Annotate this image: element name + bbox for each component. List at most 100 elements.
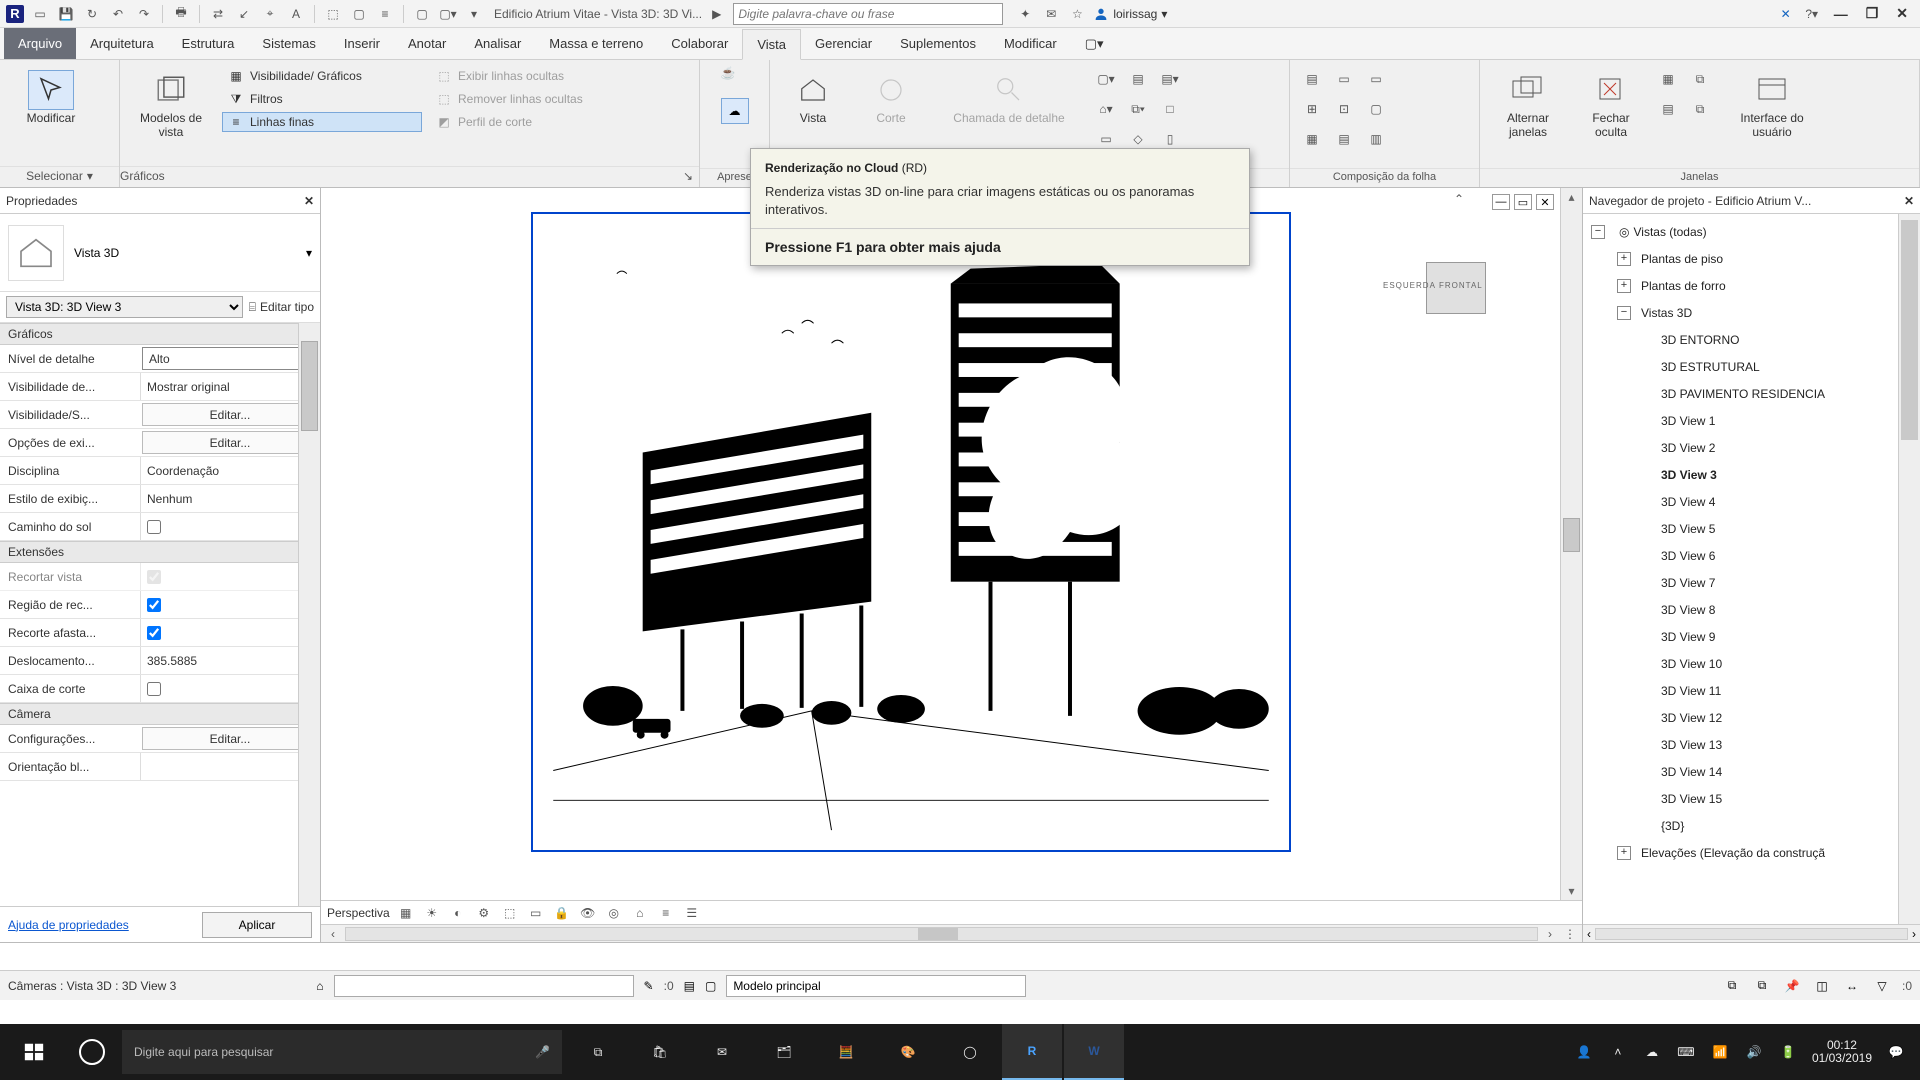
new-sheet-icon[interactable]: ▤ (1298, 66, 1326, 92)
type-selector[interactable]: Vista 3D: 3D View 3 (6, 296, 243, 318)
guide-grid-icon[interactable]: ⊡ (1330, 96, 1358, 122)
view-3d-item[interactable]: 3D View 2 (1583, 434, 1920, 461)
taskbar-clock[interactable]: 00:12 01/03/2019 (1812, 1039, 1872, 1065)
3d-view-button[interactable]: Vista (778, 66, 848, 126)
estilo-value[interactable]: Nenhum (140, 485, 320, 512)
3d-icon[interactable]: ⬚ (323, 4, 343, 24)
drafting-view-icon[interactable]: ▤ (1124, 66, 1152, 92)
minimize-button[interactable]: — (1828, 6, 1854, 22)
sync-icon[interactable]: ↻ (82, 4, 102, 24)
redo-icon[interactable]: ↷ (134, 4, 154, 24)
close-button[interactable]: ✕ (1890, 5, 1914, 22)
group-extensoes[interactable]: Extensões⌃ (0, 541, 320, 563)
analytical-icon[interactable]: ≡ (656, 904, 676, 922)
help-search-input[interactable] (733, 3, 1003, 25)
revision-icon[interactable]: ▭ (1362, 66, 1390, 92)
config-edit-button[interactable]: Editar... (142, 727, 318, 750)
tab-sistemas[interactable]: Sistemas (248, 28, 329, 59)
apply-button[interactable]: Aplicar (202, 912, 312, 938)
tab-massa[interactable]: Massa e terreno (535, 28, 657, 59)
browser-hscrollbar[interactable]: ‹ › (1583, 924, 1920, 942)
mic-icon[interactable]: 🎤 (535, 1045, 550, 1059)
wifi-icon[interactable]: 📶 (1710, 1042, 1730, 1062)
view-templates-button[interactable]: Modelos de vista (128, 66, 214, 140)
user-interface-button[interactable]: Interface do usuário (1722, 66, 1822, 140)
paint-icon[interactable]: 🎨 (878, 1024, 938, 1080)
temp-hide-icon[interactable]: 👁 (578, 904, 598, 922)
calculator-icon[interactable]: 🧮 (816, 1024, 876, 1080)
input-icon[interactable]: ⌨ (1676, 1042, 1696, 1062)
group-graficos[interactable]: Gráficos⌃ (0, 323, 320, 345)
tab-anotar[interactable]: Anotar (394, 28, 460, 59)
tab-estrutura[interactable]: Estrutura (168, 28, 249, 59)
taskbar-search[interactable]: Digite aqui para pesquisar 🎤 (122, 1030, 562, 1074)
infocenter-icon[interactable]: ✦ (1015, 4, 1035, 24)
action-center-icon[interactable]: 💬 (1886, 1042, 1906, 1062)
group-camera[interactable]: Câmera⌃ (0, 703, 320, 725)
switch-windows-icon[interactable]: ▢▾ (438, 4, 458, 24)
browser-vscrollbar[interactable] (1898, 214, 1920, 924)
reveal-hidden-icon[interactable]: ◎ (604, 904, 624, 922)
node-elevacoes[interactable]: +Elevações (Elevação da construçã (1583, 839, 1920, 866)
restore-button[interactable]: ❐ (1860, 5, 1885, 22)
signed-in-user[interactable]: loirissag ▾ (1093, 6, 1167, 22)
properties-close-button[interactable]: ✕ (304, 194, 314, 208)
matchline-icon[interactable]: ⊞ (1298, 96, 1326, 122)
view-3d-item[interactable]: 3D View 8 (1583, 596, 1920, 623)
exchange-icon[interactable]: ✕ (1776, 4, 1796, 24)
visibilidade-value[interactable]: Mostrar original (140, 373, 320, 400)
editable-only-icon[interactable]: ✎ (644, 979, 654, 993)
sheet-issues-icon[interactable]: ▥ (1362, 126, 1390, 152)
cloud-render-button[interactable]: ☁ (721, 98, 749, 124)
onedrive-icon[interactable]: ☁ (1642, 1042, 1662, 1062)
browser-close-button[interactable]: ✕ (1904, 194, 1914, 208)
task-view-icon[interactable]: ⧉ (568, 1024, 628, 1080)
tab-file[interactable]: Arquivo (4, 28, 76, 59)
view-3d-item[interactable]: 3D PAVIMENTO RESIDENCIA (1583, 380, 1920, 407)
favorite-icon[interactable]: ☆ (1067, 4, 1087, 24)
thin-lines-icon[interactable]: ≡ (375, 4, 395, 24)
sheet-list-icon2[interactable]: ▤ (1330, 126, 1358, 152)
select-face-icon[interactable]: ◫ (1812, 976, 1832, 996)
plan-view-icon[interactable]: ▢▾ (1092, 66, 1120, 92)
highlight-icon[interactable]: ☰ (682, 904, 702, 922)
replicate-icon[interactable]: ⧉ (1686, 96, 1714, 122)
view-3d-item[interactable]: 3D View 15 (1583, 785, 1920, 812)
shadows-icon[interactable]: ◐ (448, 904, 468, 922)
view-min-icon[interactable]: — (1492, 194, 1510, 210)
text-icon[interactable]: A (286, 4, 306, 24)
explorer-icon[interactable]: 🗂 (754, 1024, 814, 1080)
hscroll-menu-icon[interactable]: ⋮ (1562, 927, 1578, 941)
volume-icon[interactable]: 🔊 (1744, 1042, 1764, 1062)
disciplina-value[interactable]: Coordenação (140, 457, 320, 484)
hscroll-left-icon[interactable]: ‹ (325, 927, 341, 941)
tab-extra-icon[interactable]: ▢▾ (1071, 28, 1118, 59)
view-menu-caret-icon[interactable]: ⌃ (1454, 192, 1464, 206)
more-icon[interactable]: ▾ (464, 4, 484, 24)
view-3d-item[interactable]: 3D View 9 (1583, 623, 1920, 650)
tile-icon[interactable]: ▦ (1654, 66, 1682, 92)
hscroll-right-icon[interactable]: › (1542, 927, 1558, 941)
desloc-value[interactable]: 385.5885 (140, 647, 320, 674)
cascade-icon[interactable]: ⧉ (1686, 66, 1714, 92)
undo-icon[interactable]: ↶ (108, 4, 128, 24)
workset-combo[interactable] (334, 975, 634, 997)
viewport-icon[interactable]: ▦ (1298, 126, 1326, 152)
tab-analisar[interactable]: Analisar (460, 28, 535, 59)
filters-button[interactable]: ⧩Filtros (222, 89, 422, 109)
tag-icon[interactable]: ⌖ (260, 4, 280, 24)
view-3d-item[interactable]: 3D View 14 (1583, 758, 1920, 785)
node-plantas-piso[interactable]: +Plantas de piso (1583, 245, 1920, 272)
design-options-icon[interactable]: ▤ (684, 979, 695, 993)
view-3d-item[interactable]: 3D View 3 (1583, 461, 1920, 488)
mail-icon[interactable]: ✉ (692, 1024, 752, 1080)
select-links-icon[interactable]: ⧉ (1722, 976, 1742, 996)
orient-value[interactable] (140, 753, 320, 780)
crop-view-icon[interactable]: ⬚ (500, 904, 520, 922)
view-3d-item[interactable]: {3D} (1583, 812, 1920, 839)
view-3d-item[interactable]: 3D View 1 (1583, 407, 1920, 434)
view-3d-item[interactable]: 3D View 5 (1583, 515, 1920, 542)
view-3d-item[interactable]: 3D View 13 (1583, 731, 1920, 758)
tab-suplementos[interactable]: Suplementos (886, 28, 990, 59)
switch-windows-button[interactable]: Alternar janelas (1488, 66, 1568, 140)
